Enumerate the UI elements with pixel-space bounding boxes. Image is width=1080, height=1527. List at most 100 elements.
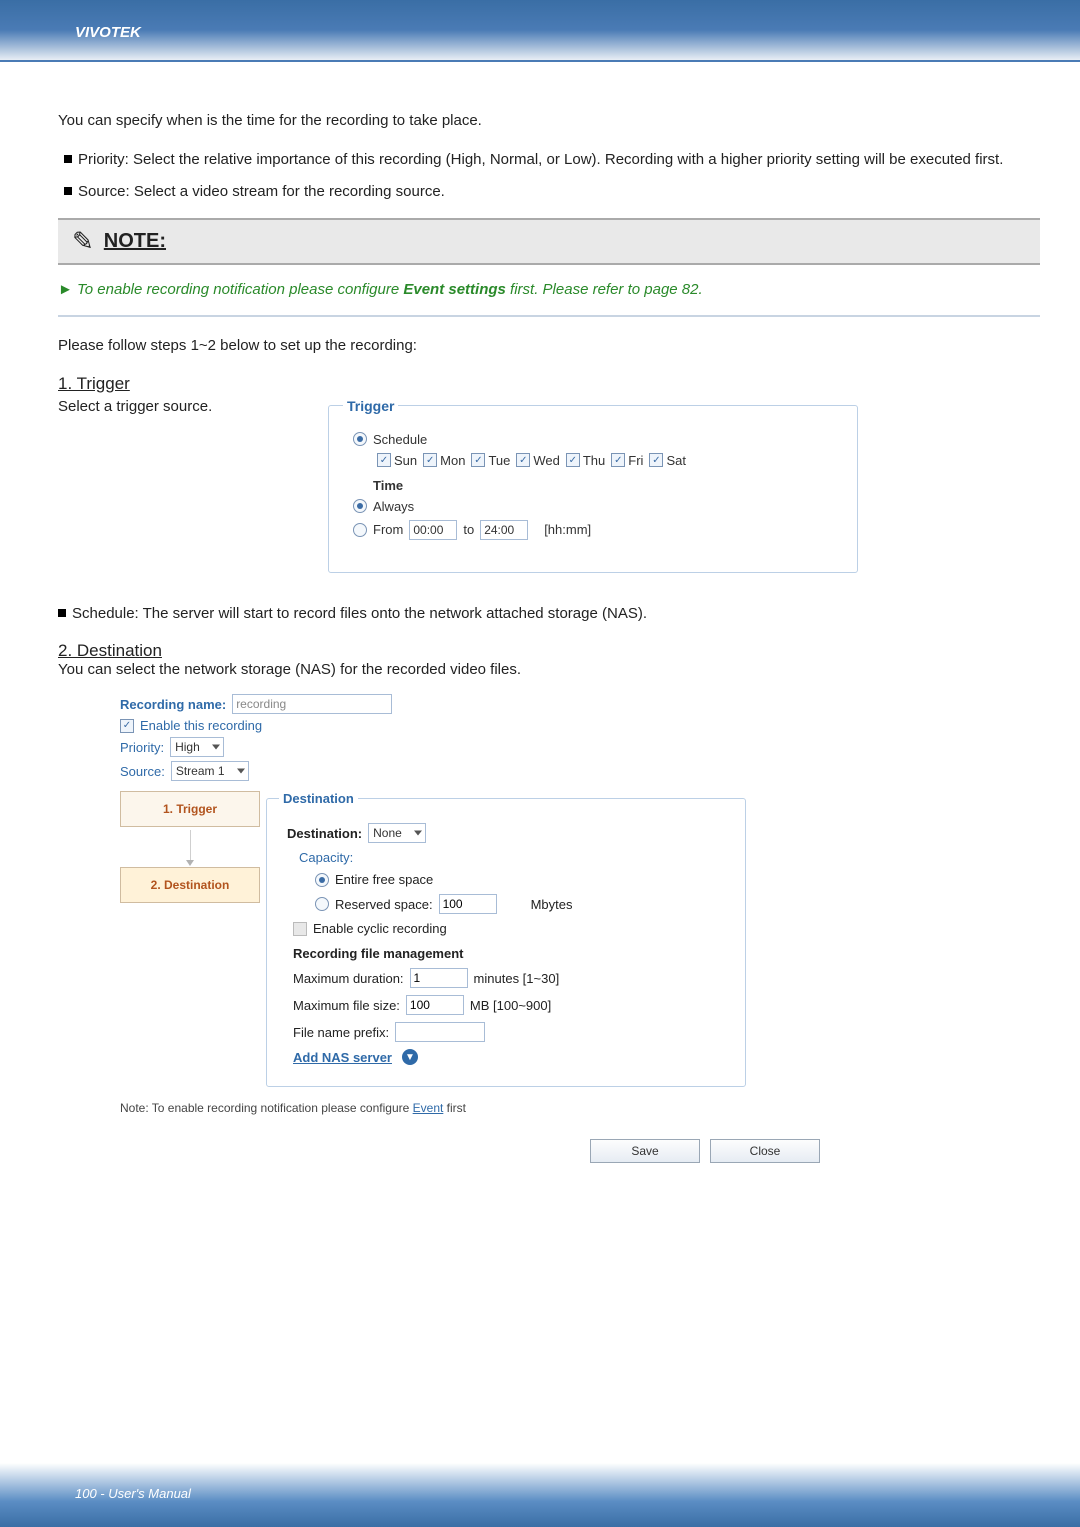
rfm-heading: Recording file management xyxy=(293,946,733,961)
reserved-label: Reserved space: xyxy=(335,897,433,912)
capacity-label: Capacity: xyxy=(299,850,353,865)
destination-legend: Destination xyxy=(279,791,358,806)
note-prefix: ► To enable recording notification pleas… xyxy=(58,281,403,298)
square-icon xyxy=(64,155,72,163)
day-wed-label: Wed xyxy=(533,453,560,468)
maxdur-label: Maximum duration: xyxy=(293,971,404,986)
section1-desc: Select a trigger source. xyxy=(58,398,212,415)
day-sun[interactable]: Sun xyxy=(377,453,417,468)
recording-name-input[interactable] xyxy=(232,694,392,714)
priority-select[interactable]: High xyxy=(170,737,224,757)
bullet-priority-text: Priority: Select the relative importance… xyxy=(78,151,1003,168)
bullet-source-text: Source: Select a video stream for the re… xyxy=(78,183,445,200)
recording-name-label: Recording name: xyxy=(120,697,226,712)
maxsize-label: Maximum file size: xyxy=(293,998,400,1013)
bullet-priority: Priority: Select the relative importance… xyxy=(64,149,1040,172)
note-label: NOTE: xyxy=(104,230,166,253)
checkbox-icon[interactable] xyxy=(423,453,437,467)
trigger-legend: Trigger xyxy=(343,398,398,414)
checkbox-icon[interactable] xyxy=(611,453,625,467)
prefix-input[interactable] xyxy=(395,1022,485,1042)
day-sat[interactable]: Sat xyxy=(649,453,686,468)
destination-panel: Recording name: Enable this recording Pr… xyxy=(58,694,1040,1163)
step-1-label: 1. Trigger xyxy=(163,802,217,816)
note-bold: Event settings xyxy=(403,281,506,298)
destination-select[interactable]: None xyxy=(368,823,426,843)
prefix-label: File name prefix: xyxy=(293,1025,389,1040)
to-input[interactable] xyxy=(480,520,528,540)
add-nas-link[interactable]: Add NAS server xyxy=(293,1050,392,1065)
checkbox-icon[interactable] xyxy=(471,453,485,467)
day-sat-label: Sat xyxy=(666,453,686,468)
enable-checkbox[interactable] xyxy=(120,719,134,733)
close-button[interactable]: Close xyxy=(710,1139,820,1163)
from-input[interactable] xyxy=(409,520,457,540)
checkbox-icon[interactable] xyxy=(649,453,663,467)
entire-radio[interactable] xyxy=(315,873,329,887)
dest-label: Destination: xyxy=(287,826,362,841)
source-value: Stream 1 xyxy=(176,764,225,778)
from-radio[interactable] xyxy=(353,523,367,537)
time-from-row: From to [hh:mm] xyxy=(353,520,843,540)
destination-fieldset: Destination Destination: None Capacity: … xyxy=(266,791,746,1087)
day-thu-label: Thu xyxy=(583,453,605,468)
event-link[interactable]: Event xyxy=(413,1101,444,1115)
cyclic-label: Enable cyclic recording xyxy=(313,921,447,936)
trigger-fieldset: Trigger Schedule Sun Mon Tue Wed Thu Fri… xyxy=(328,398,858,573)
footnote-prefix: Note: To enable recording notification p… xyxy=(120,1101,413,1115)
maxsize-input[interactable] xyxy=(406,995,464,1015)
day-tue-label: Tue xyxy=(488,453,510,468)
footnote-suffix: first xyxy=(443,1101,466,1115)
time-label: Time xyxy=(373,478,843,493)
page-content: You can specify when is the time for the… xyxy=(58,110,1040,1163)
cyclic-checkbox[interactable] xyxy=(293,922,307,936)
maxdur-unit: minutes [1~30] xyxy=(474,971,560,986)
follow-steps-text: Please follow steps 1~2 below to set up … xyxy=(58,335,1040,358)
step-2-box[interactable]: 2. Destination xyxy=(120,867,260,903)
trigger-section-row: Select a trigger source. Trigger Schedul… xyxy=(58,398,1040,573)
step-1-box[interactable]: 1. Trigger xyxy=(120,791,260,827)
divider xyxy=(58,315,1040,317)
step-connector xyxy=(190,830,191,864)
pencil-icon: ✎ xyxy=(72,226,94,257)
schedule-label: Schedule xyxy=(373,432,427,447)
checkbox-icon[interactable] xyxy=(377,453,391,467)
maxdur-input[interactable] xyxy=(410,968,468,988)
reserved-radio[interactable] xyxy=(315,897,329,911)
day-mon[interactable]: Mon xyxy=(423,453,465,468)
hhmm-hint: [hh:mm] xyxy=(544,522,591,537)
dest-head: Recording name: Enable this recording Pr… xyxy=(120,694,1040,781)
reserved-input[interactable] xyxy=(439,894,497,914)
always-label: Always xyxy=(373,499,414,514)
header-divider xyxy=(0,60,1080,62)
day-mon-label: Mon xyxy=(440,453,465,468)
square-icon xyxy=(64,187,72,195)
day-thu[interactable]: Thu xyxy=(566,453,605,468)
note-bar: ✎ NOTE: xyxy=(58,218,1040,265)
square-icon xyxy=(58,609,66,617)
add-icon[interactable]: ▼ xyxy=(402,1049,418,1065)
mbytes-label: Mbytes xyxy=(531,897,573,912)
schedule-radio[interactable] xyxy=(353,432,367,446)
schedule-row: Schedule xyxy=(353,432,843,447)
step-2-label: 2. Destination xyxy=(151,878,230,892)
day-tue[interactable]: Tue xyxy=(471,453,510,468)
source-select[interactable]: Stream 1 xyxy=(171,761,249,781)
chevron-down-icon xyxy=(186,860,194,866)
day-wed[interactable]: Wed xyxy=(516,453,560,468)
maxsize-unit: MB [100~900] xyxy=(470,998,551,1013)
section1-left: Select a trigger source. xyxy=(58,398,328,415)
day-sun-label: Sun xyxy=(394,453,417,468)
dest-body: 1. Trigger 2. Destination Destination De… xyxy=(120,791,1040,1087)
always-radio[interactable] xyxy=(353,499,367,513)
from-label: From xyxy=(373,522,403,537)
dest-value: None xyxy=(373,826,402,840)
checkbox-icon[interactable] xyxy=(566,453,580,467)
section2-desc: You can select the network storage (NAS)… xyxy=(58,661,1040,678)
enable-label: Enable this recording xyxy=(140,718,262,733)
priority-label: Priority: xyxy=(120,740,164,755)
checkbox-icon[interactable] xyxy=(516,453,530,467)
schedule-desc: Schedule: The server will start to recor… xyxy=(58,603,1040,626)
save-button[interactable]: Save xyxy=(590,1139,700,1163)
day-fri[interactable]: Fri xyxy=(611,453,643,468)
